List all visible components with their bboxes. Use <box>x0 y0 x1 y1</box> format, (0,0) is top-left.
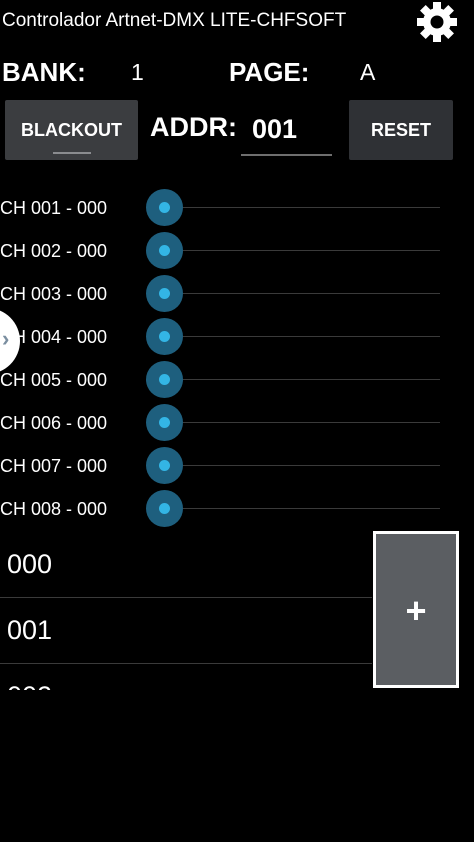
channel-row: CH 002 - 000 <box>0 229 474 272</box>
blackout-button-label: BLACKOUT <box>21 119 122 140</box>
channel-label: CH 001 - 000 <box>0 198 108 218</box>
channel-slider[interactable] <box>145 186 440 229</box>
slider-thumb[interactable] <box>146 275 183 312</box>
slider-thumb[interactable] <box>146 318 183 355</box>
channel-label: CH 002 - 000 <box>0 241 108 261</box>
list-item-label: 000 <box>7 549 53 579</box>
slider-thumb[interactable] <box>146 232 183 269</box>
slider-track <box>165 207 440 208</box>
channel-slider[interactable] <box>145 315 440 358</box>
channel-list: CH 001 - 000 CH 002 - 000 CH 003 - 000 C… <box>0 186 474 530</box>
slider-thumb[interactable] <box>146 490 183 527</box>
page-value[interactable]: A <box>360 59 375 86</box>
channel-label: CH 003 - 000 <box>0 284 108 304</box>
plus-icon: + <box>405 590 427 631</box>
title-bar: Controlador Artnet-DMX LITE-CHFSOFT <box>0 0 474 44</box>
slider-thumb[interactable] <box>146 404 183 441</box>
blackout-button[interactable]: BLACKOUT <box>5 100 138 160</box>
slider-track <box>165 336 440 337</box>
slider-thumb[interactable] <box>146 361 183 398</box>
list-item[interactable]: 001 <box>0 598 372 664</box>
slider-track <box>165 379 440 380</box>
list-item-label: 002 <box>7 681 52 690</box>
channel-slider[interactable] <box>145 401 440 444</box>
list-item[interactable]: 002 <box>0 664 372 690</box>
slider-track <box>165 508 440 509</box>
memory-list[interactable]: 000 001 002 <box>0 532 372 690</box>
channel-row: CH 004 - 000 <box>0 315 474 358</box>
channel-row: CH 001 - 000 <box>0 186 474 229</box>
chevron-right-icon: › <box>2 326 10 351</box>
slider-track <box>165 465 440 466</box>
bank-label: BANK: <box>2 57 86 87</box>
addr-input[interactable]: 001 <box>241 104 332 156</box>
reset-button-label: RESET <box>370 119 431 140</box>
gear-icon[interactable] <box>414 0 460 44</box>
slider-track <box>165 250 440 251</box>
bank-page-row: BANK: 1 PAGE: A <box>0 55 474 91</box>
channel-slider[interactable] <box>145 229 440 272</box>
list-item[interactable]: 000 <box>0 532 372 598</box>
blackout-indicator <box>52 152 91 154</box>
slider-thumb[interactable] <box>146 447 183 484</box>
channel-slider[interactable] <box>145 272 440 315</box>
channel-slider[interactable] <box>145 444 440 487</box>
channel-label: CH 008 - 000 <box>0 499 108 519</box>
list-item-label: 001 <box>7 615 53 645</box>
slider-track <box>165 293 440 294</box>
channel-row: CH 006 - 000 <box>0 401 474 444</box>
bank-value[interactable]: 1 <box>131 59 144 86</box>
channel-slider[interactable] <box>145 487 440 530</box>
slider-track <box>165 422 440 423</box>
channel-row: CH 008 - 000 <box>0 487 474 530</box>
channel-row: CH 005 - 000 <box>0 358 474 401</box>
channel-label: CH 007 - 000 <box>0 456 108 476</box>
reset-button[interactable]: RESET <box>349 100 453 160</box>
addr-label: ADDR: <box>150 112 237 142</box>
channel-label: CH 005 - 000 <box>0 370 108 390</box>
channel-slider[interactable] <box>145 358 440 401</box>
addr-input-value: 001 <box>252 114 298 144</box>
channel-row: CH 003 - 000 <box>0 272 474 315</box>
add-button[interactable]: + <box>373 531 459 688</box>
channel-label: CH 006 - 000 <box>0 413 108 433</box>
page-label: PAGE: <box>229 57 310 87</box>
app-title: Controlador Artnet-DMX LITE-CHFSOFT <box>2 10 347 31</box>
slider-thumb[interactable] <box>146 189 183 226</box>
channel-row: CH 007 - 000 <box>0 444 474 487</box>
